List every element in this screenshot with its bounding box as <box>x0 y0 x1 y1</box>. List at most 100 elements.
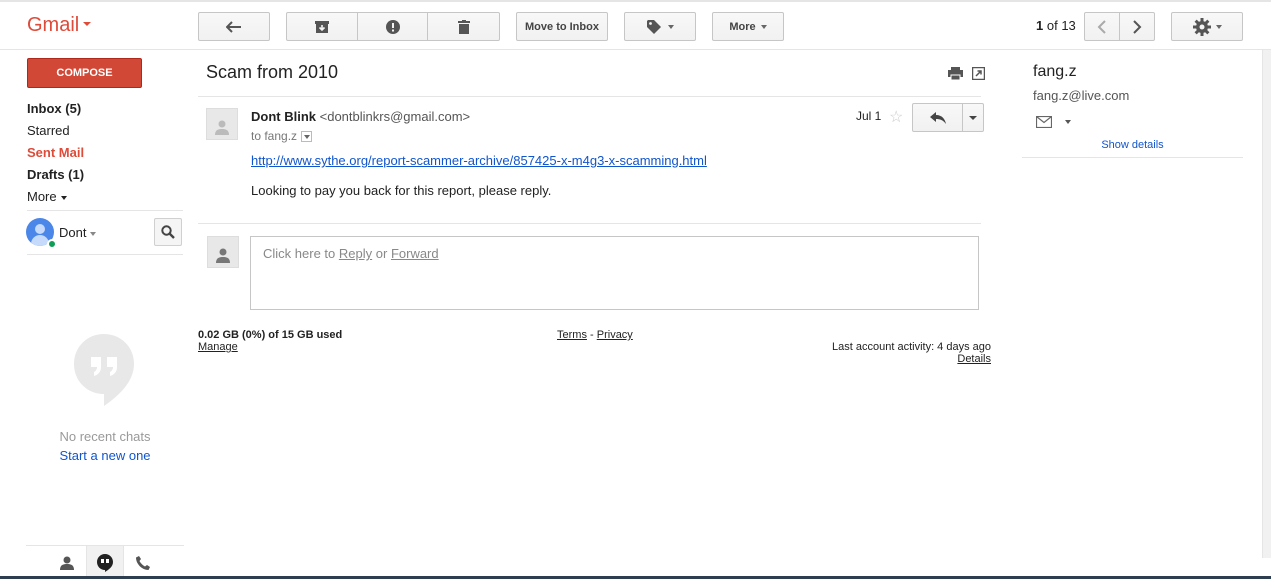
manage-storage[interactable]: Manage <box>198 341 238 353</box>
archive-icon <box>314 20 329 33</box>
header: Gmail Move to Inbox More 1 of 13 <box>0 2 1271 50</box>
chevron-down-icon <box>969 115 977 120</box>
back-button[interactable] <box>198 12 270 41</box>
divider <box>198 223 981 224</box>
tab-hangouts[interactable] <box>86 546 124 579</box>
newer-button[interactable] <box>1085 13 1120 40</box>
email-contact-button[interactable] <box>1035 115 1053 131</box>
privacy-link[interactable]: Privacy <box>597 329 633 341</box>
recipients-label: to fang.z <box>251 129 298 143</box>
tab-contacts[interactable] <box>48 546 86 579</box>
person-icon <box>215 120 229 135</box>
chevron-right-icon <box>1133 19 1142 34</box>
search-people-button[interactable] <box>154 218 182 246</box>
new-window-button[interactable] <box>971 66 986 83</box>
print-button[interactable] <box>948 67 963 83</box>
chevron-down-icon <box>60 195 67 200</box>
show-details-dropdown[interactable] <box>301 131 313 143</box>
reply-box-or: or <box>375 246 388 261</box>
sidebar-item-more[interactable]: More <box>27 186 183 208</box>
hangouts-user: Dont <box>26 218 184 249</box>
chat-tabs <box>26 545 184 579</box>
star-icon[interactable]: ☆ <box>889 107 903 127</box>
new-window-icon <box>971 66 986 81</box>
print-icon <box>948 67 963 81</box>
action-group <box>286 12 500 41</box>
report-spam-button[interactable] <box>358 13 429 40</box>
hangouts-tab-icon <box>97 554 113 572</box>
more-button[interactable]: More <box>712 12 784 41</box>
trash-icon <box>457 19 470 34</box>
start-new-chat-link[interactable]: Start a new one <box>27 448 183 463</box>
sidebar-item-starred[interactable]: Starred <box>27 120 183 142</box>
sidebar-item-sent-mail[interactable]: Sent Mail <box>27 142 183 164</box>
forward-link[interactable]: Forward <box>391 246 439 261</box>
user-name[interactable]: Dont <box>59 225 97 240</box>
message-subject: Scam from 2010 <box>206 62 339 82</box>
reply-more-button[interactable] <box>963 104 983 131</box>
chevron-down-icon[interactable] <box>1065 120 1071 124</box>
message-link[interactable]: http://www.sythe.org/report-scammer-arch… <box>251 153 707 168</box>
move-to-inbox-button[interactable]: Move to Inbox <box>516 12 608 41</box>
label-icon <box>646 19 661 34</box>
message-body: Looking to pay you back for this report,… <box>251 183 552 198</box>
chevron-down-icon <box>83 21 92 26</box>
reply-button[interactable] <box>913 104 963 131</box>
person-icon <box>60 556 74 570</box>
reply-box-prefix: Click here to <box>263 246 336 261</box>
online-status-icon <box>47 239 57 249</box>
phone-icon <box>136 556 150 570</box>
scrollbar[interactable] <box>1262 50 1271 558</box>
footer-separator: - <box>590 329 594 341</box>
sender[interactable]: Dont Blink <dontblinkrs@gmail.com> <box>251 109 470 124</box>
show-details-link[interactable]: Show details <box>1022 139 1243 151</box>
chevron-down-icon <box>667 24 674 29</box>
contact-name: fang.z <box>1033 63 1077 80</box>
pager-current: 1 <box>1036 18 1044 33</box>
terms-link[interactable]: Terms <box>557 329 587 341</box>
sidebar-item-label: Inbox (5) <box>27 101 82 116</box>
pager-of: of <box>1046 18 1058 33</box>
chevron-down-icon <box>1215 24 1222 29</box>
delete-button[interactable] <box>428 13 499 40</box>
user-name-label: Dont <box>59 225 87 240</box>
sender-avatar <box>206 108 238 140</box>
reply-box[interactable]: Click here to Reply or Forward <box>250 236 979 310</box>
chevron-left-icon <box>1097 19 1106 34</box>
my-avatar <box>207 236 239 268</box>
divider <box>27 210 183 211</box>
pager-count: 1 of 13 <box>1036 18 1076 33</box>
divider <box>1022 157 1243 158</box>
sidebar-item-label: Drafts (1) <box>27 167 85 182</box>
gmail-logo[interactable]: Gmail <box>27 14 92 37</box>
settings-button[interactable] <box>1171 12 1243 41</box>
message-date: Jul 1 <box>856 109 882 123</box>
no-recent-chats: No recent chats <box>59 429 151 444</box>
hangouts-icon <box>73 333 135 410</box>
divider <box>27 254 183 255</box>
divider <box>198 96 981 97</box>
contact-email: fang.z@live.com <box>1033 88 1130 103</box>
activity-details: Details <box>791 353 991 365</box>
person-icon <box>216 248 230 263</box>
manage-link[interactable]: Manage <box>198 341 238 353</box>
pager-total: 13 <box>1061 18 1076 33</box>
sidebar-item-inbox[interactable]: Inbox (5) <box>27 98 183 120</box>
reply-icon <box>929 111 946 124</box>
compose-button[interactable]: COMPOSE <box>27 58 142 88</box>
chevron-down-icon <box>90 231 97 236</box>
details-link[interactable]: Details <box>957 353 991 365</box>
labels-button[interactable] <box>624 12 696 41</box>
older-button[interactable] <box>1120 13 1154 40</box>
sidebar-item-label: More <box>27 189 57 204</box>
tab-phone[interactable] <box>124 546 162 579</box>
sidebar-item-label: Sent Mail <box>27 145 85 160</box>
sidebar-item-drafts[interactable]: Drafts (1) <box>27 164 183 186</box>
search-icon <box>161 225 175 239</box>
gear-icon <box>1192 17 1211 36</box>
storage-usage: 0.02 GB (0%) of 15 GB used <box>198 329 343 341</box>
archive-button[interactable] <box>287 13 358 40</box>
reply-link[interactable]: Reply <box>339 246 372 261</box>
arrow-left-icon <box>226 20 241 33</box>
move-to-inbox-label: Move to Inbox <box>525 20 599 33</box>
